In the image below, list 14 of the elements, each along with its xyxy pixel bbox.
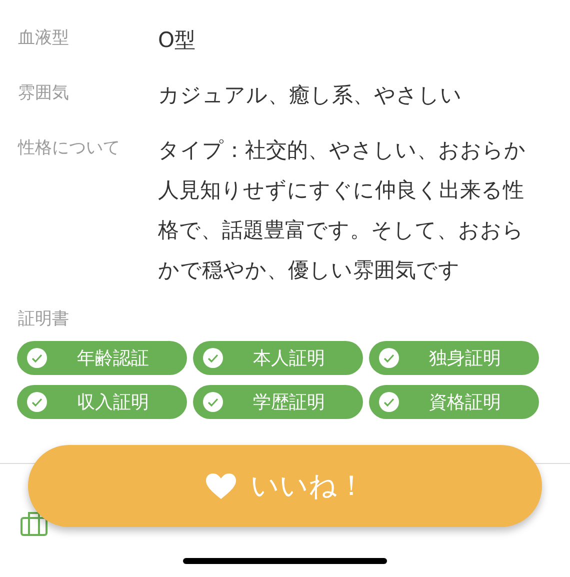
field-value: タイプ：社交的、やさしい、おおらか人見知りせずにすぐに仲良く出来る性格で、話題豊富です。そして、おおらかで穏やか、優しい雰囲気です [158,137,527,284]
field-label: 雰囲気 [18,82,70,105]
field-value: カジュアル、癒し系、やさしい [158,82,463,109]
certificate-badge: 学歴証明 [193,385,363,419]
field-label: 血液型 [18,27,70,50]
field-label: 性格について [18,137,121,160]
field-value: O型 [158,27,197,54]
section-label: 証明書 [18,308,70,331]
certificate-badge: 資格証明 [369,385,539,419]
certificate-badge: 本人証明 [193,341,363,375]
certificate-badge: 年齢認証 [17,341,187,375]
certificate-badge: 収入証明 [17,385,187,419]
certificate-badge: 独身証明 [369,341,539,375]
like-button[interactable]: いいね！ [28,445,542,527]
